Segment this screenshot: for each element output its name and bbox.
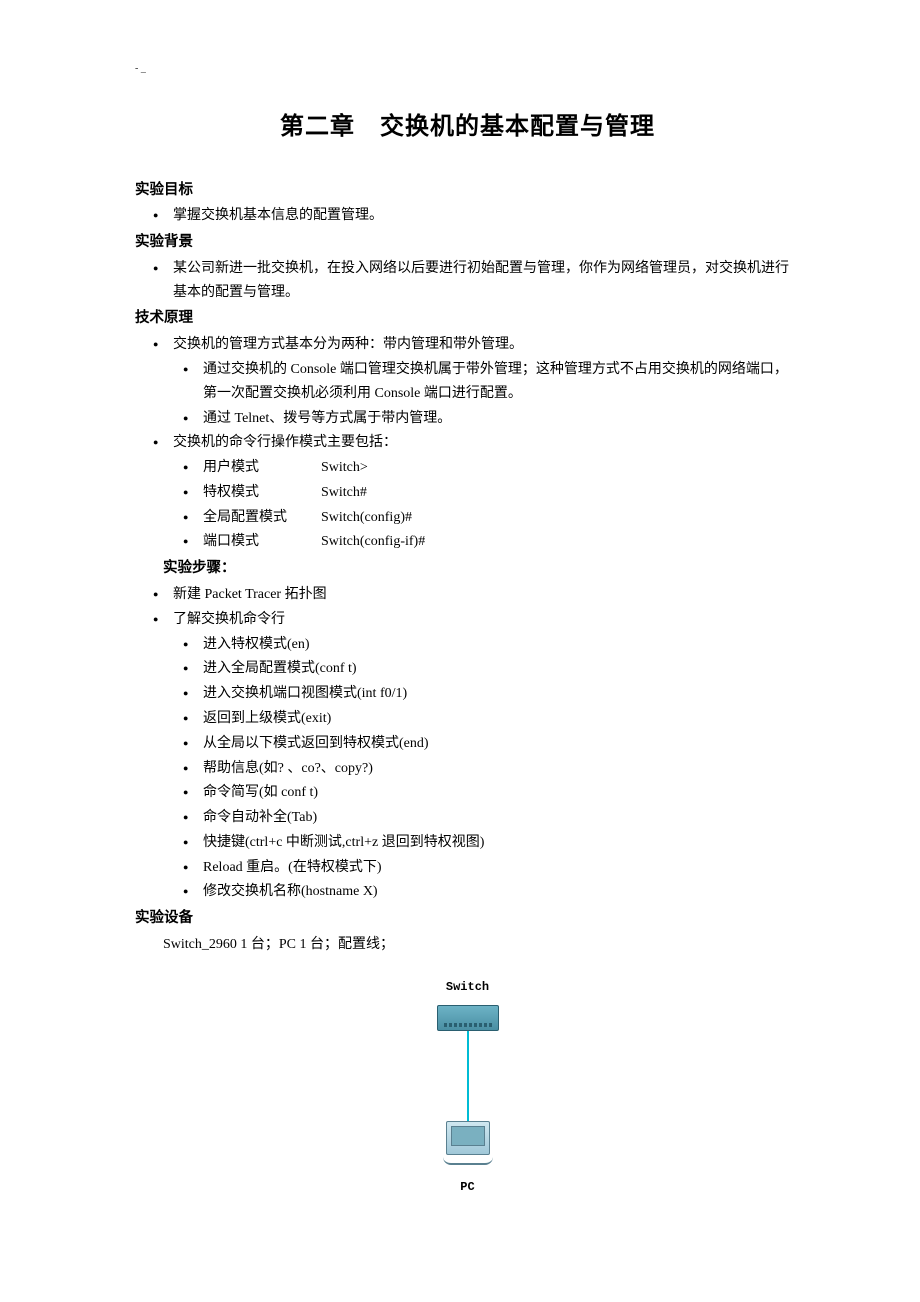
goal-heading: 实验目标 xyxy=(135,178,800,203)
goal-item: 掌握交换机基本信息的配置管理。 xyxy=(173,204,800,228)
tech-mgmt-types: 交换机的管理方式基本分为两种：带内管理和带外管理。 xyxy=(173,333,800,357)
tech-console: 通过交换机的 Console 端口管理交换机属于带外管理；这种管理方式不占用交换… xyxy=(203,358,800,406)
topology-diagram: Switch PC xyxy=(135,977,800,1198)
mode-port: 端口模式Switch(config-if)# xyxy=(203,530,800,554)
step-topology: 新建 Packet Tracer 拓扑图 xyxy=(173,583,800,607)
steps-heading: 实验步骤： xyxy=(135,556,800,581)
switch-icon xyxy=(437,1005,499,1031)
step-cli: 了解交换机命令行 xyxy=(173,608,800,632)
mode-value: Switch(config-if)# xyxy=(321,530,425,554)
mode-label: 用户模式 xyxy=(203,456,321,480)
mode-global: 全局配置模式Switch(config)# xyxy=(203,506,800,530)
mode-value: Switch(config)# xyxy=(321,506,412,530)
mode-value: Switch> xyxy=(321,456,368,480)
chapter-title: 第二章 交换机的基本配置与管理 xyxy=(135,107,800,148)
mode-label: 端口模式 xyxy=(203,530,321,554)
mode-priv: 特权模式Switch# xyxy=(203,481,800,505)
mode-value: Switch# xyxy=(321,481,367,505)
pc-stand-icon xyxy=(443,1157,493,1165)
mode-label: 特权模式 xyxy=(203,481,321,505)
cli-item: Reload 重启。(在特权模式下) xyxy=(203,856,800,880)
cli-item: 从全局以下模式返回到特权模式(end) xyxy=(203,732,800,756)
tech-telnet: 通过 Telnet、拨号等方式属于带内管理。 xyxy=(203,407,800,431)
pc-label: PC xyxy=(135,1177,800,1197)
page-mark: - _ xyxy=(135,60,800,77)
equipment-line: Switch_2960 1 台；PC 1 台；配置线； xyxy=(135,933,800,957)
cli-item: 命令简写(如 conf t) xyxy=(203,781,800,805)
cli-item: 命令自动补全(Tab) xyxy=(203,806,800,830)
mode-user: 用户模式Switch> xyxy=(203,456,800,480)
cli-item: 修改交换机名称(hostname X) xyxy=(203,880,800,904)
background-heading: 实验背景 xyxy=(135,230,800,255)
cable-icon xyxy=(467,1031,469,1121)
cli-item: 返回到上级模式(exit) xyxy=(203,707,800,731)
tech-modes-heading: 交换机的命令行操作模式主要包括： xyxy=(173,431,800,455)
cli-item: 帮助信息(如? 、co?、copy?) xyxy=(203,757,800,781)
switch-label: Switch xyxy=(135,977,800,997)
cli-item: 进入交换机端口视图模式(int f0/1) xyxy=(203,682,800,706)
equipment-heading: 实验设备 xyxy=(135,906,800,931)
pc-icon xyxy=(446,1121,490,1155)
tech-heading: 技术原理 xyxy=(135,306,800,331)
mode-label: 全局配置模式 xyxy=(203,506,321,530)
cli-item: 进入全局配置模式(conf t) xyxy=(203,657,800,681)
cli-item: 进入特权模式(en) xyxy=(203,633,800,657)
background-item: 某公司新进一批交换机，在投入网络以后要进行初始配置与管理，你作为网络管理员，对交… xyxy=(173,257,800,305)
cli-item: 快捷键(ctrl+c 中断测试,ctrl+z 退回到特权视图) xyxy=(203,831,800,855)
